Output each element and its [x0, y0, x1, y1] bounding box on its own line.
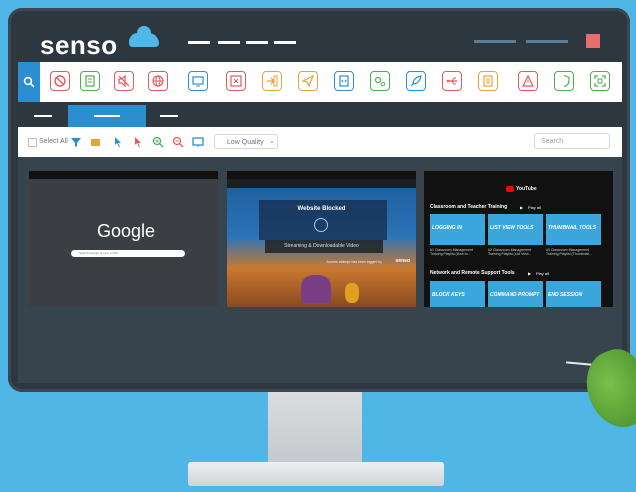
tool-button[interactable]	[114, 71, 134, 91]
open-url-icon	[267, 75, 278, 87]
header-indicator	[474, 40, 516, 43]
blocked-title: Website Blocked	[297, 206, 346, 212]
status-bar	[29, 171, 218, 179]
tool-button[interactable]	[148, 71, 168, 91]
section-title: Classroom and Teacher Training	[430, 204, 508, 210]
tool-button[interactable]	[334, 71, 354, 91]
youtube-brand: YouTube	[516, 186, 537, 192]
google-search-placeholder: Search Google or type a URL	[79, 251, 119, 255]
google-search-box: Search Google or type a URL	[71, 250, 185, 257]
video-card[interactable]: END SESSION	[546, 281, 601, 307]
send-icon	[301, 74, 315, 88]
video-card[interactable]: COMMAND PROMPT	[488, 281, 543, 307]
video-card[interactable]: THUMBNAIL TOOLS	[546, 214, 601, 245]
header-menu-item[interactable]	[218, 41, 240, 44]
video-card[interactable]: LIST VIEW TOOLS	[488, 214, 543, 245]
play-icon: ▶	[528, 271, 532, 276]
tool-button[interactable]	[80, 71, 100, 91]
thumbnail-blocked-site[interactable]: Website Blocked Streaming & Downloadable…	[227, 171, 416, 307]
tool-button[interactable]	[554, 71, 574, 91]
video-caption: #2 Classroom Management Training Playlis…	[488, 248, 532, 256]
blocked-category: Streaming & Downloadable Video	[284, 243, 359, 249]
warning-icon	[522, 74, 534, 87]
header-menu-item[interactable]	[188, 41, 210, 44]
select-all-checkbox[interactable]	[28, 138, 37, 147]
filter-icon[interactable]	[70, 136, 82, 148]
google-logo: Google	[97, 221, 156, 241]
code-file-icon	[339, 75, 349, 87]
tool-button[interactable]	[188, 71, 208, 91]
status-bar	[227, 171, 416, 179]
zoom-in-icon[interactable]	[152, 136, 164, 148]
usb-icon	[446, 77, 457, 85]
play-all-link[interactable]: Play all	[528, 205, 541, 210]
document-list-icon	[85, 75, 95, 87]
tab-2-active[interactable]	[68, 105, 146, 127]
mute-icon	[118, 74, 130, 88]
play-all-link[interactable]: Play all	[536, 271, 549, 276]
header-menu-item[interactable]	[246, 41, 268, 44]
tool-button[interactable]	[226, 71, 246, 91]
quality-select-value: Low Quality	[227, 139, 264, 146]
youtube-logo-icon	[506, 186, 514, 192]
cloud-icon	[129, 26, 159, 47]
blocked-x-icon	[314, 218, 328, 232]
tool-button[interactable]	[442, 71, 462, 91]
tool-button[interactable]	[298, 71, 318, 91]
search-icon	[23, 76, 35, 88]
monitor-base	[188, 462, 444, 486]
tab-3[interactable]	[152, 105, 188, 127]
close-button[interactable]	[586, 34, 600, 48]
tool-button[interactable]	[590, 71, 610, 91]
cursor-icon[interactable]	[112, 136, 124, 148]
browser-nav-bar	[227, 179, 416, 188]
rocket-icon	[410, 75, 422, 87]
monitor-stand	[268, 392, 362, 464]
play-icon: ▶	[520, 205, 524, 210]
quality-select[interactable]: Low Quality ⌄	[214, 134, 278, 149]
senso-logo: senso	[40, 30, 118, 60]
tool-button[interactable]	[518, 71, 538, 91]
character-image	[301, 275, 331, 303]
blocked-brand: senso	[395, 258, 410, 264]
video-card[interactable]: LOGGING IN	[430, 214, 485, 245]
scan-icon	[594, 75, 606, 87]
header-menu-item[interactable]	[274, 41, 296, 44]
screen-share-icon	[192, 76, 204, 87]
search-button[interactable]	[18, 62, 40, 102]
video-card[interactable]: BLOCK KEYS	[430, 281, 485, 307]
character-image	[345, 283, 359, 303]
zoom-out-icon[interactable]	[172, 136, 184, 148]
block-icon	[54, 75, 66, 87]
video-caption: #1 Classroom Management Training Playlis…	[430, 248, 473, 256]
thumbnail-youtube[interactable]: YouTube Classroom and Teacher Training ▶…	[424, 171, 613, 307]
cursor-red-icon[interactable]	[132, 136, 144, 148]
search-placeholder: Search	[541, 138, 564, 145]
thumbnail-google[interactable]: Google Search Google or type a URL	[29, 171, 218, 307]
tool-button[interactable]	[262, 71, 282, 91]
header-indicator	[526, 40, 568, 43]
controls-row	[18, 127, 622, 157]
status-bar	[424, 171, 613, 179]
section-title: Network and Remote Support Tools	[430, 270, 515, 276]
folder-icon[interactable]	[90, 136, 102, 148]
blocked-footer: Access attempt has been logged by	[326, 260, 382, 264]
chevron-down-icon: ⌄	[269, 138, 275, 145]
tool-button[interactable]	[370, 71, 390, 91]
tool-button[interactable]	[50, 71, 70, 91]
settings-icon	[374, 76, 386, 87]
tab-1[interactable]	[26, 105, 62, 127]
search-input[interactable]: Search	[534, 133, 610, 149]
monitor-icon[interactable]	[192, 136, 204, 148]
close-window-icon	[230, 75, 242, 87]
list-icon	[483, 75, 493, 87]
tool-button[interactable]	[478, 71, 498, 91]
globe-icon	[152, 75, 164, 87]
video-caption: #3 Classroom Management Training Playlis…	[546, 248, 592, 256]
tool-button[interactable]	[406, 71, 426, 91]
shield-icon	[563, 74, 570, 88]
select-all-label[interactable]: Select All	[39, 138, 68, 145]
